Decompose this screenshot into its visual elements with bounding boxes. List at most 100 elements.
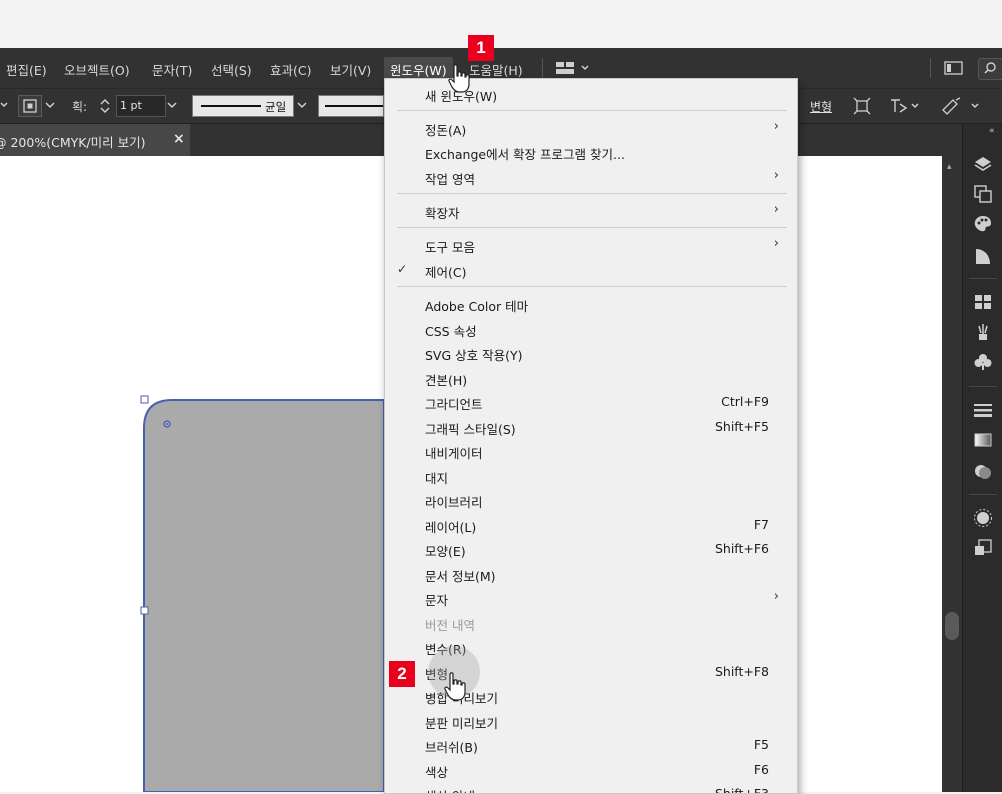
menu-object[interactable]: 오브젝트(O) — [64, 60, 130, 79]
menu-item-label: 대지 — [425, 471, 449, 486]
menu-item-artboards[interactable]: 대지 — [385, 464, 797, 488]
swatches-icon[interactable] — [973, 292, 993, 312]
menu-item-control[interactable]: ✓ 제어(C) — [385, 258, 797, 282]
screenshot-margin — [0, 0, 1002, 48]
menu-item-layers[interactable]: 레이어(L) F7 — [385, 513, 797, 537]
scrollbar-thumb[interactable] — [945, 612, 959, 640]
scrollbar-arrow[interactable]: ▴ — [947, 162, 952, 172]
menu-item-workspace[interactable]: 작업 영역 › — [385, 165, 797, 189]
document-tab-title: @ 200%(CMYK/미리 보기) — [0, 135, 146, 150]
menu-item-version-history: 버전 내역 — [385, 611, 797, 635]
menu-item-shortcut: Shift+F5 — [714, 419, 769, 434]
menu-item-graphic-styles[interactable]: 그래픽 스타일(S) Shift+F5 — [385, 415, 797, 439]
stroke-label: 획: — [72, 100, 88, 114]
symbols-icon[interactable] — [973, 352, 993, 372]
chevron-down-icon[interactable] — [0, 98, 10, 112]
panel-toggle-icon[interactable] — [944, 60, 964, 76]
menu-effect[interactable]: 효과(C) — [270, 60, 311, 79]
submenu-arrow-icon: › — [773, 119, 779, 134]
menu-item-adobe-color-themes[interactable]: Adobe Color 테마 — [385, 292, 797, 316]
step-badge-2: 2 — [389, 661, 415, 687]
menu-item-extensions[interactable]: 확장자 › — [385, 199, 797, 223]
submenu-arrow-icon: › — [773, 236, 779, 251]
stroke-weight-field[interactable]: 1 pt — [116, 95, 166, 117]
menu-item-label: 확장자 — [425, 206, 460, 221]
transform-link[interactable]: 변형 — [810, 98, 832, 115]
menu-item-swatches[interactable]: 견본(H) — [385, 366, 797, 390]
chevron-down-icon[interactable] — [166, 98, 180, 112]
menu-item-css-properties[interactable]: CSS 속성 — [385, 317, 797, 341]
appearance-icon[interactable] — [973, 508, 993, 528]
transparency-icon[interactable] — [973, 462, 993, 482]
menu-item-label: 작업 영역 — [425, 172, 475, 187]
menu-item-label: 색상 — [425, 765, 449, 780]
stroke-profile-value: 균일 — [265, 100, 287, 114]
layers-icon[interactable] — [973, 154, 993, 174]
stroke-panel-icon[interactable] — [973, 400, 993, 420]
menu-item-svg-interactivity[interactable]: SVG 상호 작용(Y) — [385, 341, 797, 365]
gradient-guide-icon[interactable] — [973, 246, 993, 266]
menu-item-shortcut: Ctrl+F9 — [721, 394, 769, 409]
envelope-distort-icon[interactable] — [940, 96, 984, 116]
menu-separator — [397, 227, 787, 228]
stroke-weight-value: 1 pt — [120, 99, 142, 112]
menu-item-label: 색상 안내 — [425, 786, 475, 793]
menu-item-find-extensions[interactable]: Exchange에서 확장 프로그램 찾기... — [385, 140, 797, 164]
menu-select[interactable]: 선택(S) — [211, 60, 252, 79]
puppet-warp-icon[interactable] — [888, 96, 922, 116]
selection-handle — [140, 395, 149, 404]
color-palette-icon[interactable] — [973, 214, 993, 234]
artboards-icon[interactable] — [973, 184, 993, 204]
menu-help[interactable]: 도움말(H) — [469, 60, 523, 79]
menu-item-label: 도구 모음 — [425, 240, 475, 255]
brush-definition-field[interactable] — [318, 95, 384, 117]
step-badge-1: 1 — [468, 35, 494, 61]
hand-cursor-icon — [448, 64, 470, 93]
menu-item-gradient[interactable]: 그라디언트 Ctrl+F9 — [385, 390, 797, 414]
menu-item-color[interactable]: 색상 F6 — [385, 758, 797, 782]
menu-item-separations-preview[interactable]: 분판 미리보기 — [385, 709, 797, 733]
corner-widget-dot — [166, 423, 168, 425]
vertical-scrollbar[interactable]: ▴ — [942, 156, 962, 792]
menu-item-label: 라이브러리 — [425, 495, 483, 510]
menu-item-brushes[interactable]: 브러쉬(B) F5 — [385, 733, 797, 757]
chevron-down-icon[interactable] — [44, 98, 58, 112]
gradient-panel-icon[interactable] — [973, 430, 993, 450]
collapse-panels-icon[interactable]: « — [989, 126, 995, 136]
menu-item-arrange[interactable]: 정돈(A) › — [385, 116, 797, 140]
menu-item-document-info[interactable]: 문서 정보(M) — [385, 562, 797, 586]
menu-view[interactable]: 보기(V) — [330, 60, 371, 79]
selection-handle — [140, 606, 149, 615]
menu-item-new-window[interactable]: 새 윈도우(W) — [385, 82, 797, 106]
stroke-weight-stepper[interactable] — [98, 97, 112, 115]
panel-divider — [969, 494, 997, 495]
chevron-down-icon[interactable] — [296, 98, 310, 112]
menu-edit[interactable]: 편집(E) — [6, 60, 47, 79]
menu-item-shortcut: F5 — [753, 737, 769, 752]
graphic-styles-icon[interactable] — [973, 538, 993, 558]
checkmark-icon: ✓ — [397, 262, 408, 276]
menu-item-label: 그래픽 스타일(S) — [425, 422, 516, 437]
menu-item-label: CSS 속성 — [425, 324, 477, 339]
menu-item-color-guide[interactable]: 색상 안내 Shift+F3 — [385, 782, 797, 793]
menu-separator — [397, 110, 787, 111]
menu-item-appearance[interactable]: 모양(E) Shift+F6 — [385, 537, 797, 561]
menu-item-libraries[interactable]: 라이브러리 — [385, 488, 797, 512]
menu-item-shortcut: Shift+F6 — [714, 541, 769, 556]
workspace-switcher-icon[interactable] — [556, 60, 592, 76]
menu-item-type[interactable]: 문자 › — [385, 586, 797, 610]
stroke-profile-field[interactable]: 균일 — [192, 95, 294, 117]
menu-item-label: 문자 — [425, 593, 449, 608]
menu-separator — [397, 193, 787, 194]
close-icon[interactable]: × — [173, 131, 185, 147]
menu-item-toolbars[interactable]: 도구 모음 › — [385, 233, 797, 257]
menu-item-navigator[interactable]: 내비게이터 — [385, 439, 797, 463]
submenu-arrow-icon: › — [773, 202, 779, 217]
menu-type[interactable]: 문자(T) — [152, 60, 192, 79]
align-to-pixel-icon[interactable] — [852, 96, 872, 116]
search-icon[interactable] — [978, 58, 1002, 80]
stroke-align-icon[interactable] — [18, 95, 42, 117]
document-tab[interactable]: @ 200%(CMYK/미리 보기) × — [0, 124, 190, 156]
menu-item-label: 분판 미리보기 — [425, 716, 498, 731]
brushes-icon[interactable] — [973, 322, 993, 342]
